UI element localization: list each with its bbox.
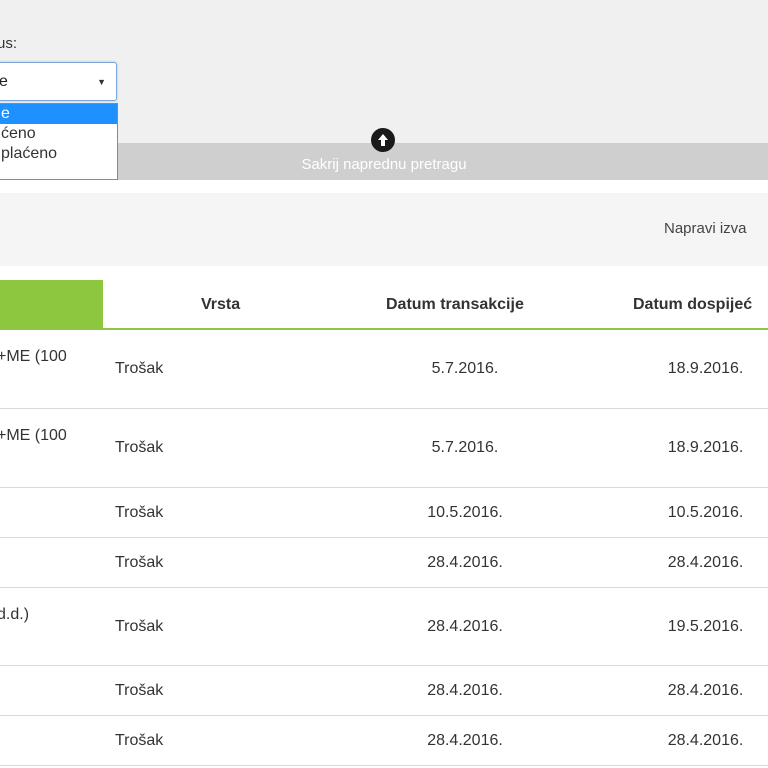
status-option[interactable]: ćeno <box>0 124 117 144</box>
table-row[interactable]: Trošak 28.4.2016. 28.4.2016. <box>0 716 768 766</box>
column-header-vrsta[interactable]: Vrsta <box>201 296 240 314</box>
cell-description: +ME (100 <box>0 348 67 365</box>
cell-due-date: 28.4.2016. <box>667 732 744 749</box>
cell-type: Trošak <box>115 439 164 456</box>
arrow-up-circle-icon[interactable] <box>371 128 395 152</box>
table-row[interactable]: +ME (100 Trošak 5.7.2016. 18.9.2016. <box>0 409 768 488</box>
status-option[interactable]: e <box>0 104 117 124</box>
cell-type: Trošak <box>115 682 164 699</box>
cell-due-date: 19.5.2016. <box>667 618 744 635</box>
status-select-value: e <box>0 73 8 90</box>
dropdown-arrow-icon: ▼ <box>97 77 106 87</box>
cell-transaction-date: 10.5.2016. <box>427 504 503 521</box>
table-row[interactable]: Trošak 28.4.2016. 28.4.2016. <box>0 666 768 716</box>
cell-type: Trošak <box>115 554 164 571</box>
table-row[interactable]: Trošak 10.5.2016. 10.5.2016. <box>0 488 768 538</box>
cell-transaction-date: 5.7.2016. <box>431 439 499 456</box>
export-toolbar: Napravi izva <box>0 193 768 266</box>
cell-transaction-date: 5.7.2016. <box>431 360 499 377</box>
cell-type: Trošak <box>115 504 164 521</box>
cell-transaction-date: 28.4.2016. <box>427 732 503 749</box>
table-row[interactable]: +ME (100 Trošak 5.7.2016. 18.9.2016. <box>0 330 768 409</box>
table-header: Vrsta Datum transakcije Datum dospijeć <box>0 280 768 330</box>
cell-due-date: 10.5.2016. <box>667 504 744 521</box>
column-header-datum-transakcije[interactable]: Datum transakcije <box>386 296 524 314</box>
cell-transaction-date: 28.4.2016. <box>427 682 503 699</box>
export-report-link[interactable]: Napravi izva <box>664 220 747 237</box>
active-column-header[interactable] <box>0 280 103 330</box>
status-dropdown-list: e ćeno plaćeno <box>0 103 118 180</box>
status-select[interactable]: e ▼ <box>0 62 117 101</box>
status-label: us: <box>0 35 18 52</box>
cell-type: Trošak <box>115 732 164 749</box>
table-row[interactable]: d.d.) Trošak 28.4.2016. 19.5.2016. <box>0 588 768 666</box>
cell-due-date: 18.9.2016. <box>667 360 744 377</box>
cell-due-date: 18.9.2016. <box>667 439 744 456</box>
column-header-datum-dospijeca[interactable]: Datum dospijeć <box>633 296 752 314</box>
cell-description: +ME (100 <box>0 427 67 444</box>
table-row[interactable]: Trošak 28.4.2016. 28.4.2016. <box>0 538 768 588</box>
cell-type: Trošak <box>115 360 164 377</box>
cell-transaction-date: 28.4.2016. <box>427 618 503 635</box>
cell-transaction-date: 28.4.2016. <box>427 554 503 571</box>
cell-type: Trošak <box>115 618 164 635</box>
cell-description: d.d.) <box>0 606 30 623</box>
cell-due-date: 28.4.2016. <box>667 682 744 699</box>
status-option[interactable]: plaćeno <box>0 144 117 164</box>
cell-due-date: 28.4.2016. <box>667 554 744 571</box>
